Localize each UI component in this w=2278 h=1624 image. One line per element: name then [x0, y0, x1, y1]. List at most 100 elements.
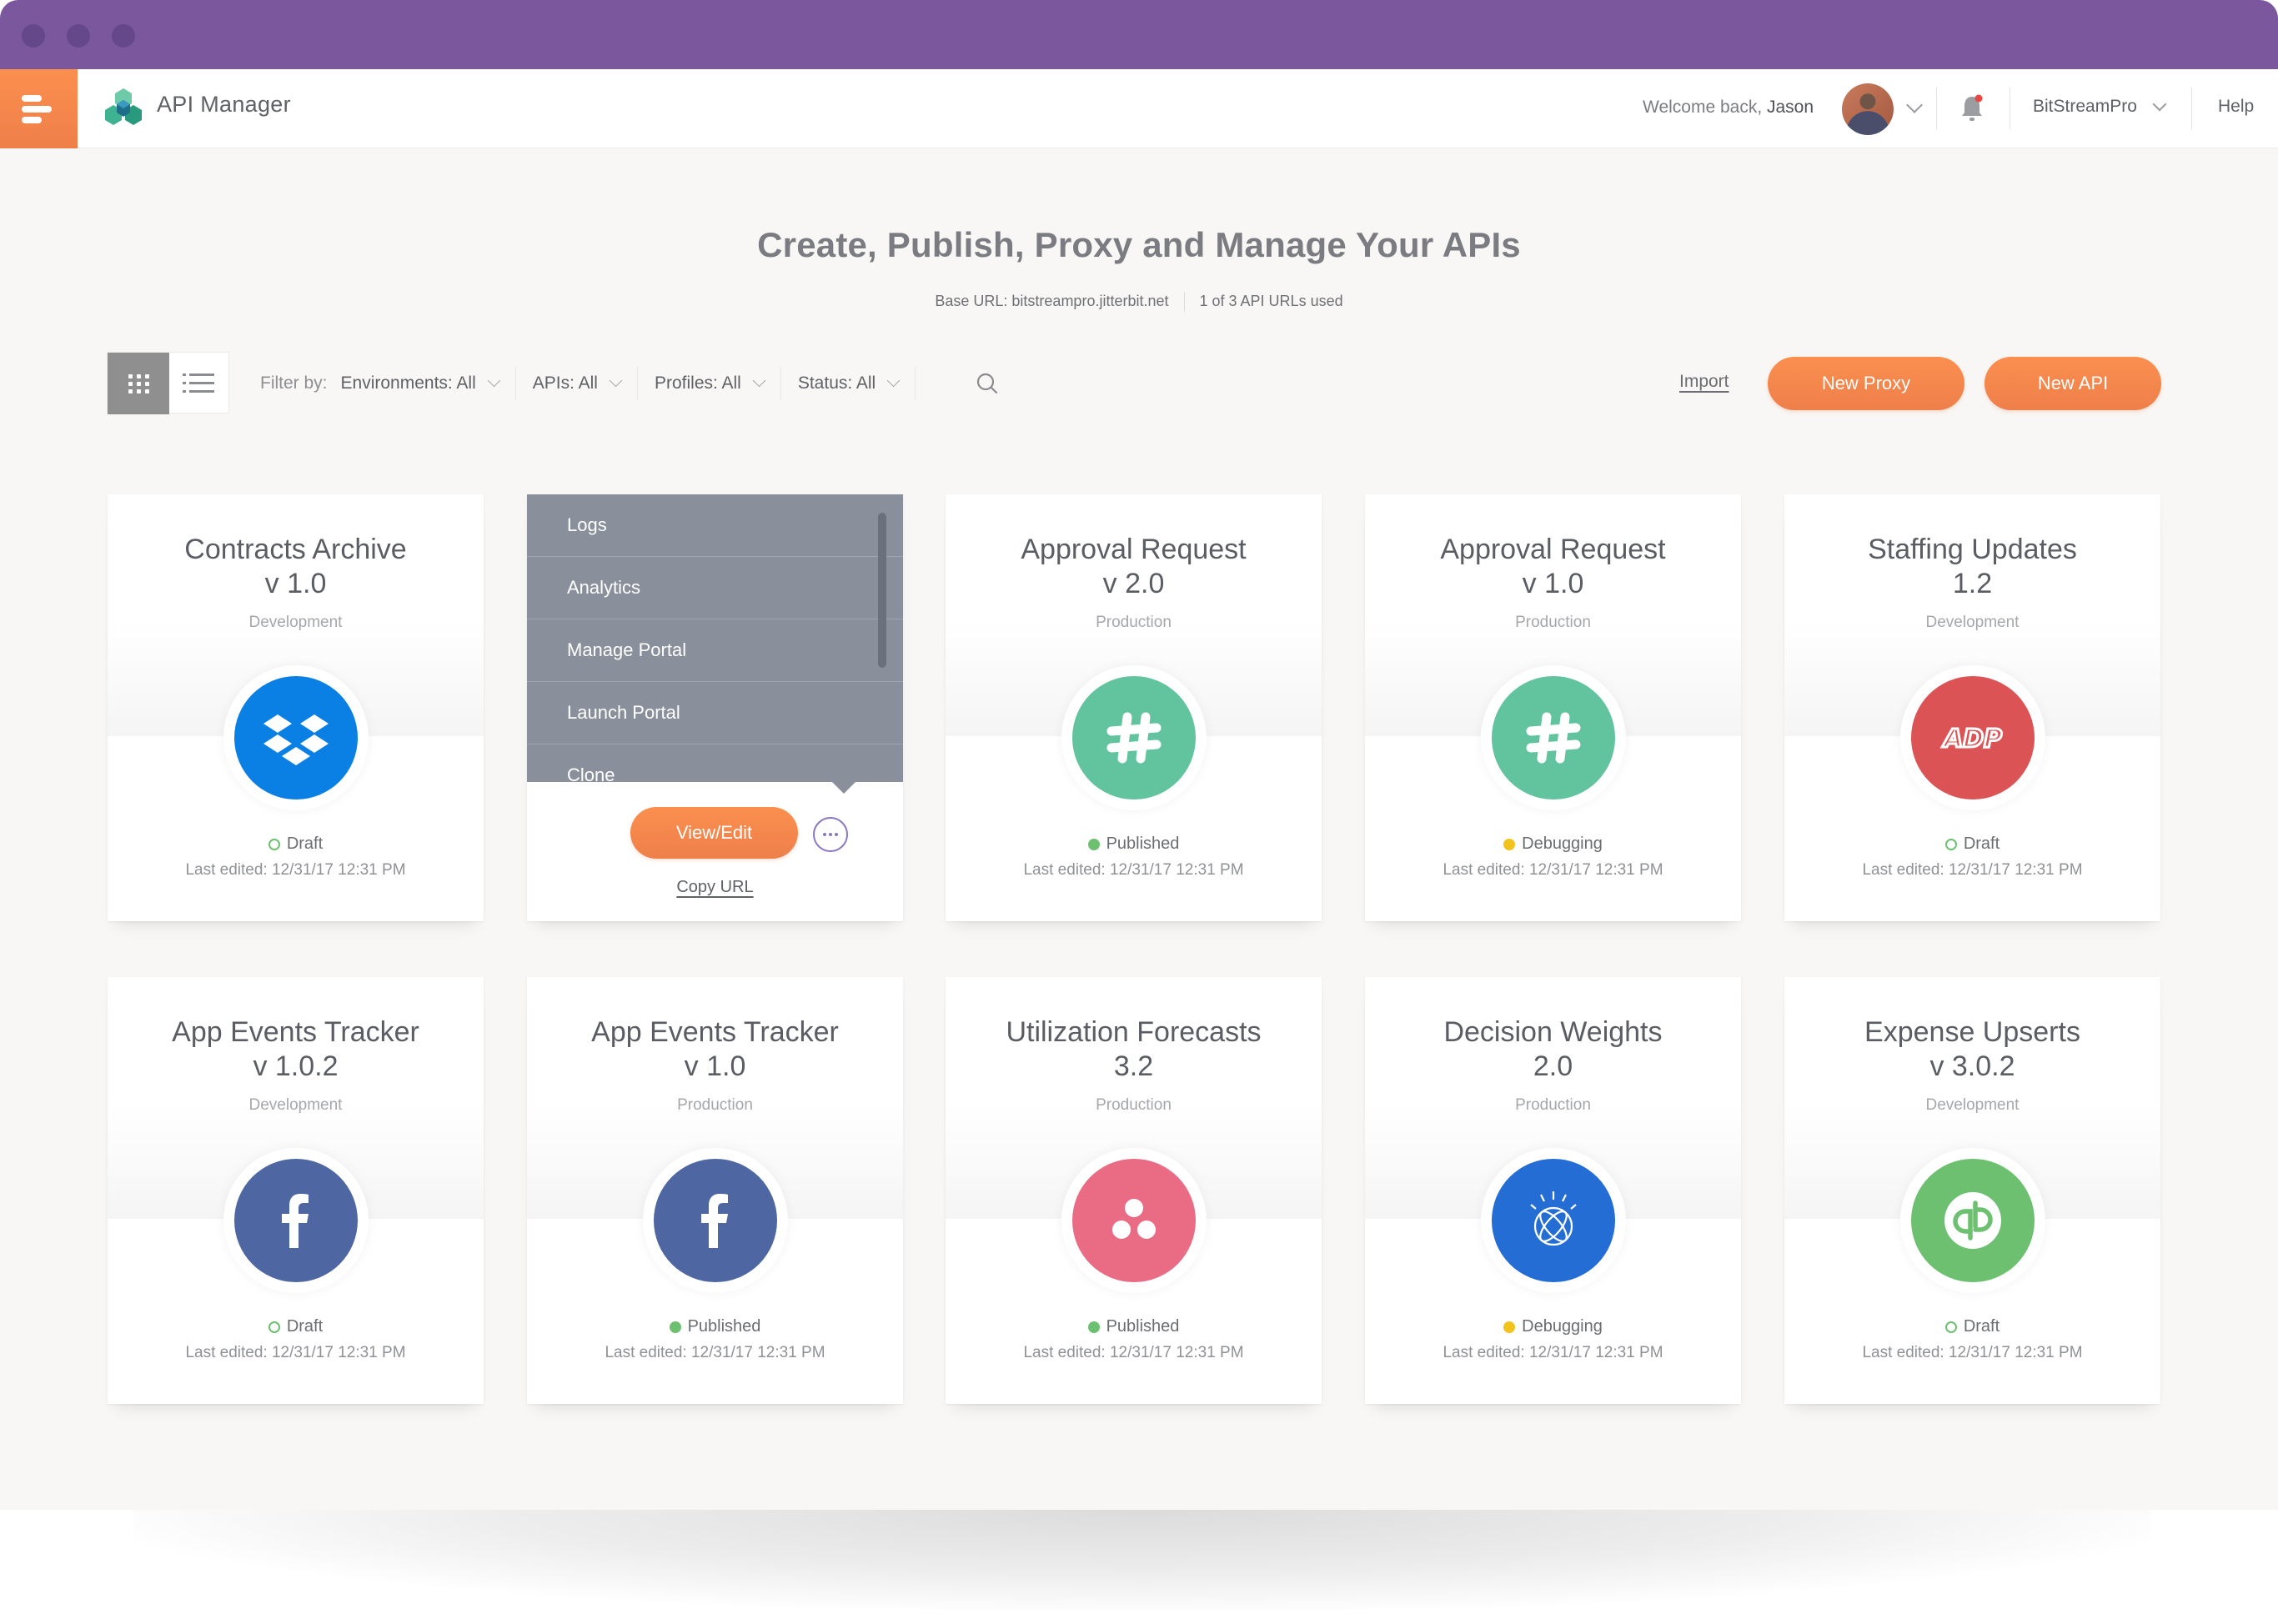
api-last-edited: Last edited: 12/31/17 12:31 PM [1023, 1344, 1244, 1361]
status-dot-icon [1087, 1321, 1100, 1333]
api-environment: Production [1096, 614, 1172, 631]
api-name-text: Decision Weights [1443, 1016, 1663, 1048]
slack-icon [1491, 676, 1615, 799]
api-environment: Development [248, 614, 343, 631]
asana-icon [1071, 1159, 1196, 1282]
window-titlebar [0, 0, 2278, 69]
notification-badge [1974, 94, 1983, 103]
browser-window: API Manager Welcome back, Jason BitStrea… [0, 0, 2278, 1510]
page-subtitle: Base URL: bitstreampro.jitterbit.net 1 of… [0, 292, 2278, 312]
api-name-text: Contracts Archive [184, 534, 407, 565]
api-last-edited: Last edited: 12/31/17 12:31 PM [1443, 1344, 1663, 1361]
api-status: Draft [1784, 835, 2160, 854]
list-icon [183, 373, 214, 393]
api-environment: Production [1515, 614, 1591, 631]
api-name-text: Approval Request [1021, 534, 1247, 565]
import-link[interactable]: Import [1679, 372, 1729, 392]
view-edit-button[interactable]: View/Edit [630, 807, 798, 859]
api-status-text: Draft [286, 835, 324, 853]
api-name: Expense Upserts v 3.0.2 [1793, 1015, 2152, 1084]
api-environment: Production [1096, 1096, 1172, 1114]
api-version: 1.2 [1952, 568, 1993, 599]
dropbox-icon [233, 676, 358, 799]
api-name: Approval Request v 1.0 [1373, 533, 1733, 601]
welcome-message: Welcome back, Jason [1643, 98, 1814, 118]
api-card[interactable]: Staffing Updates 1.2 Development ADP Draf… [1784, 494, 2160, 921]
filter-environments[interactable]: Environments: All [341, 367, 516, 400]
api-card[interactable]: Contracts Archive v 1.0 Development Draft… [108, 494, 484, 921]
api-status: Published [946, 1317, 1322, 1336]
window-maximize-button[interactable] [112, 24, 135, 48]
filter-profiles-label: Profiles: All [654, 373, 741, 393]
slack-icon [1071, 676, 1196, 799]
notifications-bell-icon[interactable] [1959, 94, 1984, 123]
menu-toggle-button[interactable] [0, 69, 78, 148]
help-link[interactable]: Help [2218, 97, 2254, 117]
new-api-button[interactable]: New API [1984, 357, 2161, 410]
org-chevron-icon[interactable] [2152, 97, 2167, 112]
api-name: Contracts Archive v 1.0 [116, 533, 475, 601]
api-url-usage: 1 of 3 API URLs used [1199, 292, 1343, 309]
window-minimize-button[interactable] [67, 24, 90, 48]
api-name-text: Approval Request [1440, 534, 1666, 565]
api-last-edited: Last edited: 12/31/17 12:31 PM [1862, 861, 2083, 879]
status-dot-icon [1944, 838, 1957, 850]
chevron-down-icon [487, 373, 501, 387]
api-version: 3.2 [1113, 1050, 1154, 1082]
api-version: v 2.0 [1102, 568, 1165, 599]
menu-item-manage-portal[interactable]: Manage Portal [527, 619, 903, 682]
new-proxy-button[interactable]: New Proxy [1768, 357, 1964, 410]
api-status: Debugging [1365, 1317, 1741, 1336]
menu-item-analytics[interactable]: Analytics [527, 557, 903, 619]
api-manager-logo-icon [105, 88, 142, 125]
api-last-edited: Last edited: 12/31/17 12:31 PM [605, 1344, 825, 1361]
api-card[interactable]: Utilization Forecasts 3.2 Production Publ… [946, 977, 1322, 1404]
list-view-button[interactable] [169, 353, 230, 414]
api-name-text: Staffing Updates [1868, 534, 2077, 565]
api-version: v 1.0 [1522, 568, 1584, 599]
filter-status[interactable]: Status: All [781, 367, 916, 400]
filter-apis[interactable]: APIs: All [516, 367, 638, 400]
base-url: Base URL: bitstreampro.jitterbit.net [935, 292, 1169, 309]
adp-icon: ADP [1910, 676, 2035, 799]
api-card[interactable]: App Events Tracker v 1.0 Production Publi… [527, 977, 903, 1404]
copy-url-link[interactable]: Copy URL [527, 878, 903, 897]
api-card[interactable]: Approval Request v 2.0 Production Publish… [946, 494, 1322, 921]
menu-item-logs[interactable]: Logs [527, 494, 903, 557]
more-options-button[interactable] [813, 817, 848, 852]
facebook-icon [653, 1159, 777, 1282]
menu-item-clone[interactable]: Clone [527, 744, 903, 782]
app-header: API Manager Welcome back, Jason BitStrea… [0, 69, 2278, 148]
api-card[interactable]: Expense Upserts v 3.0.2 Development Draft… [1784, 977, 2160, 1404]
copy-url-label: Copy URL [676, 878, 754, 896]
api-name-text: App Events Tracker [591, 1016, 839, 1048]
filter-status-label: Status: All [797, 373, 876, 393]
menu-item-launch-portal[interactable]: Launch Portal [527, 682, 903, 744]
user-menu-chevron-icon[interactable] [1906, 97, 1923, 113]
api-status: Draft [1784, 1317, 2160, 1336]
ibm-watson-icon [1491, 1159, 1615, 1282]
filter-apis-label: APIs: All [532, 373, 598, 393]
app-title: API Manager [157, 92, 291, 117]
window-shadow [133, 1510, 2151, 1610]
api-card[interactable]: Approval Request v 1.0 Production Debuggi… [1365, 494, 1741, 921]
status-dot-icon [1503, 1321, 1516, 1333]
api-card[interactable]: App Events Tracker v 1.0.2 Development Dr… [108, 977, 484, 1404]
filter-label: Filter by: [260, 373, 328, 393]
hamburger-line [22, 106, 52, 113]
window-close-button[interactable] [22, 24, 45, 48]
org-selector[interactable]: BitStreamPro [2033, 97, 2137, 117]
api-name-text: Expense Upserts [1864, 1016, 2080, 1048]
page-title: Create, Publish, Proxy and Manage Your A… [757, 225, 1521, 264]
user-avatar[interactable] [1842, 83, 1894, 135]
api-card[interactable]: Decision Weights 2.0 Production Debugging… [1365, 977, 1741, 1404]
grid-view-button[interactable] [108, 353, 169, 414]
status-dot-icon [1503, 838, 1516, 850]
search-icon[interactable] [974, 370, 1001, 397]
subtitle-divider [1183, 292, 1185, 312]
api-card-menu-open: Logs Analytics Manage Portal Launch Portal C… [527, 494, 903, 921]
filter-profiles[interactable]: Profiles: All [638, 367, 781, 400]
header-divider [2191, 88, 2192, 129]
user-name: Jason [1767, 98, 1814, 117]
menu-scrollbar[interactable] [878, 513, 886, 668]
